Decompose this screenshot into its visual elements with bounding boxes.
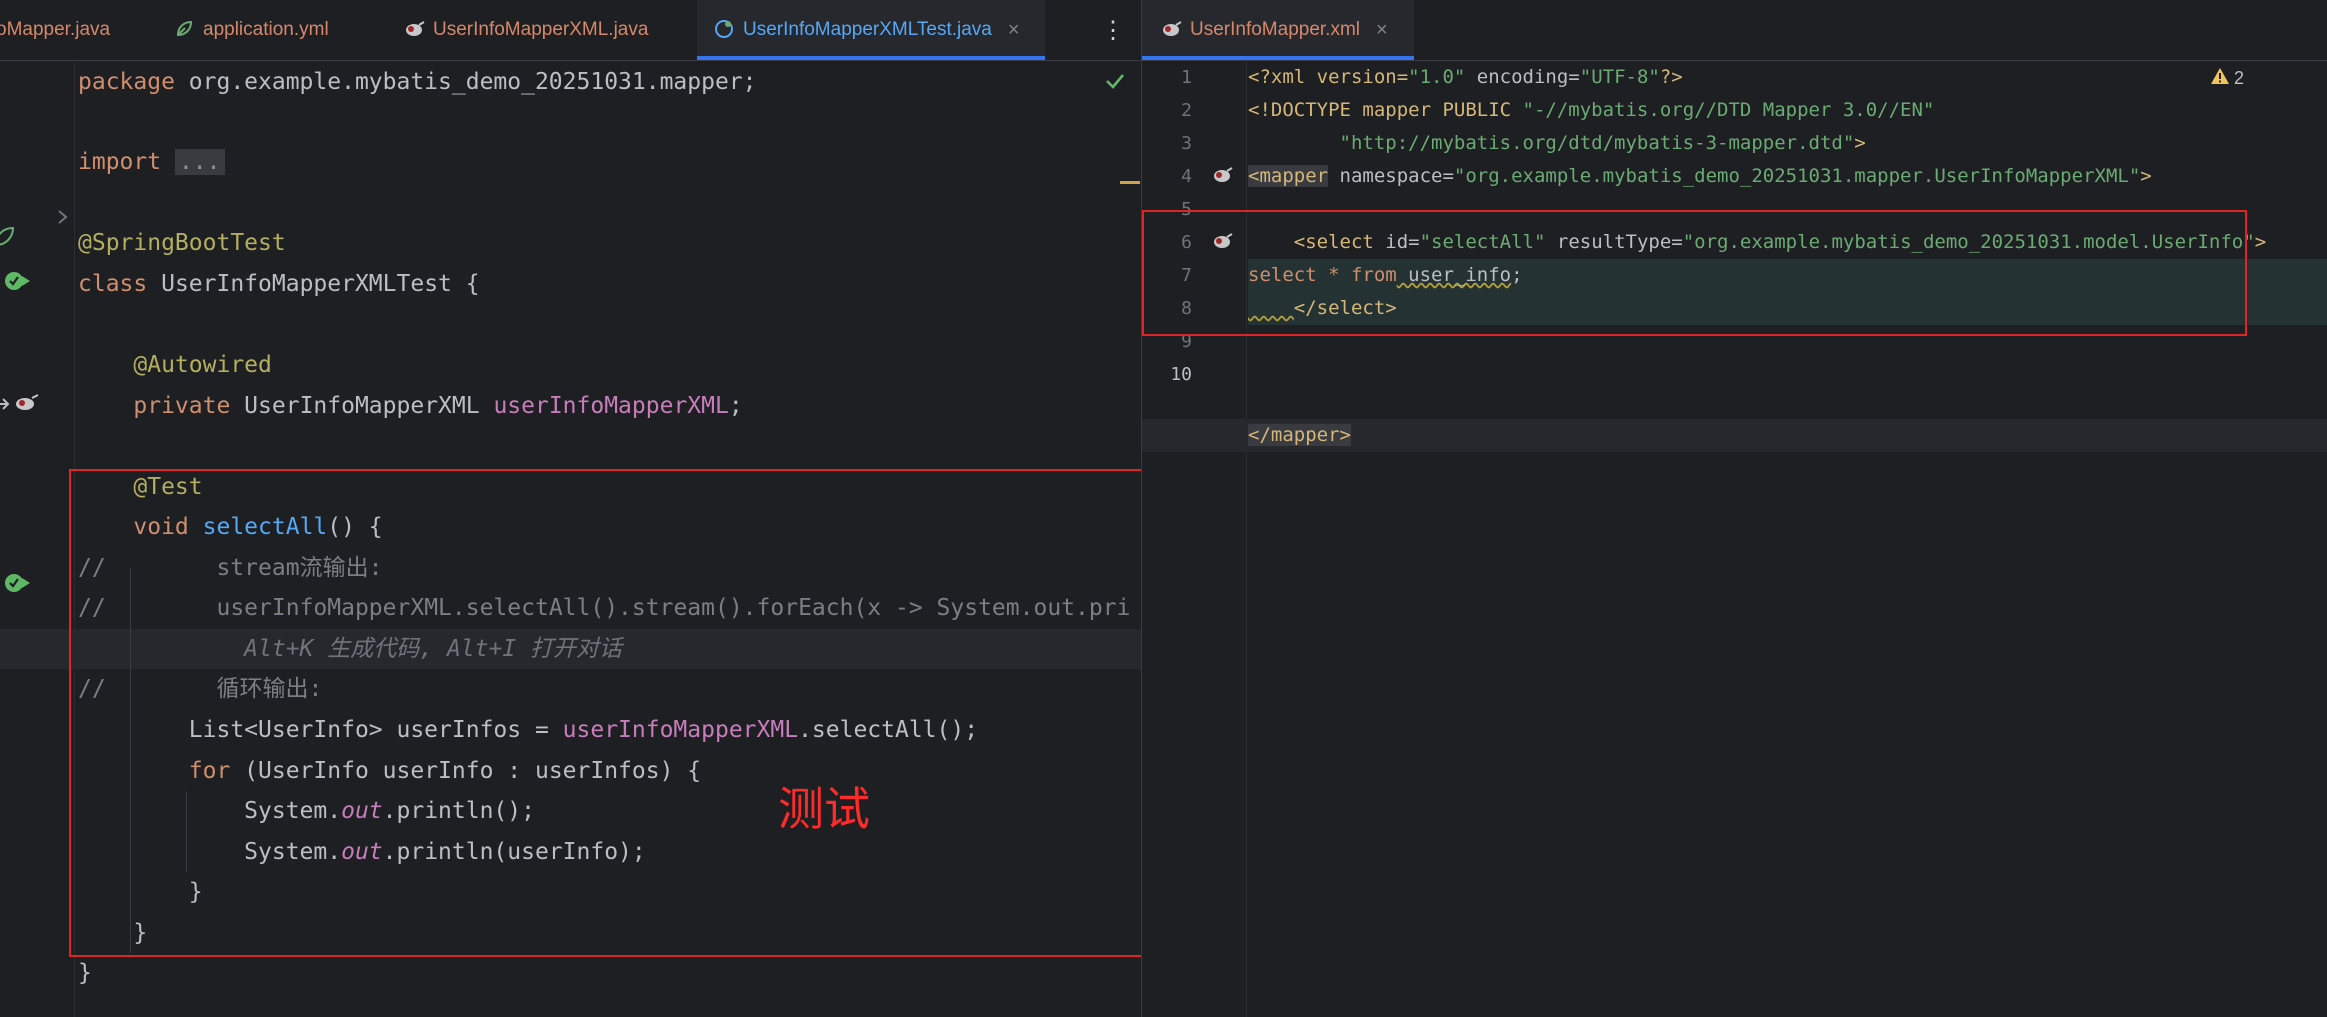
tab-userinfomapper-xml[interactable]: UserInfoMapper.xml × (1142, 0, 1414, 60)
inspection-widget[interactable]: 2 (2210, 67, 2244, 90)
run-test-method-icon[interactable] (4, 571, 32, 599)
left-tab-bar: oMapper.java application.yml UserInfoMap… (0, 0, 1141, 61)
test-method-highlight-box (69, 469, 1141, 957)
tab-label: UserInfoMapperXMLTest.java (743, 19, 992, 40)
code-line: package org.example.mybatis_demo_2025103… (78, 69, 757, 95)
close-tab-icon[interactable]: × (1376, 19, 1388, 42)
close-tab-icon[interactable]: × (1008, 19, 1020, 42)
tab-label: UserInfoMapperXML.java (433, 19, 649, 40)
mybatis-xml-icon (1160, 19, 1182, 41)
warning-triangle-icon (2210, 67, 2230, 90)
spring-bean-icon[interactable] (0, 225, 16, 251)
tab-userinfomapperxml-java[interactable]: UserInfoMapperXML.java (403, 0, 648, 60)
xml-line: <?xml version="1.0" encoding="UTF-8"?> (1248, 66, 1683, 88)
more-tabs-icon[interactable]: ⋮ (1098, 0, 1128, 60)
tab-usermapper-java[interactable]: oMapper.java (0, 0, 110, 60)
tab-label: UserInfoMapper.xml (1190, 19, 1361, 40)
warning-count: 2 (2234, 68, 2245, 88)
active-tab-indicator (1142, 56, 1414, 60)
scrollbar-warning-marker[interactable] (1120, 181, 1140, 184)
select-statement-highlight-box (1142, 210, 2247, 336)
tab-application-yml[interactable]: application.yml (173, 0, 329, 60)
left-editor-pane: oMapper.java application.yml UserInfoMap… (0, 0, 1141, 1017)
code-line: @SpringBootTest (78, 230, 286, 256)
code-line: @Autowired (133, 352, 272, 378)
xml-line: "http://mybatis.org/dtd/mybatis-3-mapper… (1339, 132, 1866, 154)
spring-config-icon (173, 19, 195, 41)
fold-chevron-icon[interactable] (56, 209, 70, 229)
xml-line: <!DOCTYPE mapper PUBLIC "-//mybatis.org/… (1248, 99, 1935, 121)
code-line: } (78, 960, 92, 986)
xml-line: <mapper namespace="org.example.mybatis_d… (1248, 165, 2152, 187)
navigate-to-mapper-icon[interactable] (0, 391, 42, 421)
xml-code-area[interactable]: <?xml version="1.0" encoding="UTF-8"?> <… (1142, 61, 2327, 1017)
code-line: private UserInfoMapperXML userInfoMapper… (133, 393, 743, 419)
code-line: import ... (78, 142, 225, 182)
code-line: class UserInfoMapperXMLTest { (78, 271, 480, 297)
tab-label: application.yml (203, 19, 329, 40)
no-problems-check-icon[interactable] (1104, 72, 1126, 94)
tab-label: oMapper.java (0, 19, 111, 40)
run-test-class-icon[interactable] (4, 269, 32, 297)
folded-imports[interactable]: ... (174, 149, 225, 175)
tab-userinfomapperxmltest-java[interactable]: UserInfoMapperXMLTest.java × (697, 0, 1045, 60)
right-tab-bar: UserInfoMapper.xml × (1142, 0, 2327, 61)
test-annotation-label: 测试 (778, 782, 870, 836)
right-editor-pane: UserInfoMapper.xml × 1 2 3 4 5 6 7 8 9 1… (1142, 0, 2327, 1017)
xml-line: </mapper> (1248, 424, 1351, 446)
mybatis-mapper-icon (403, 19, 425, 41)
active-tab-indicator (697, 56, 1045, 60)
test-class-icon (713, 19, 735, 41)
left-gutter (0, 61, 75, 1017)
